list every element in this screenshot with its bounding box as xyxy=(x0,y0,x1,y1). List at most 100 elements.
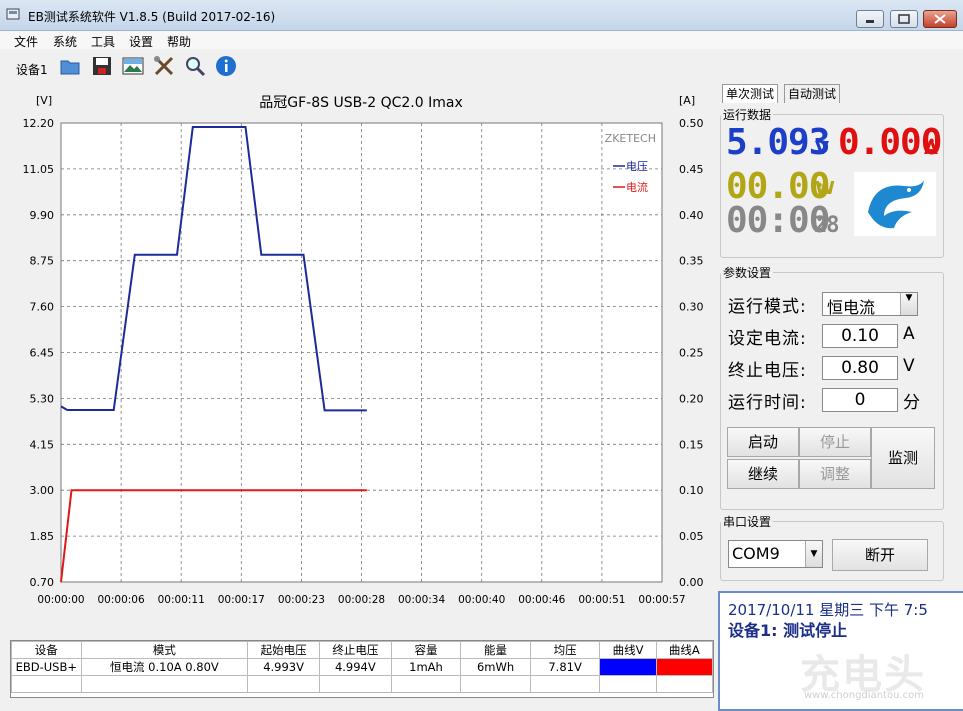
cutoff-voltage-label: 终止电压: xyxy=(728,361,807,381)
y-left-unit: [V] xyxy=(36,94,52,107)
cutoff-voltage-input[interactable]: 0.80 xyxy=(822,356,898,380)
save-icon[interactable] xyxy=(90,54,114,78)
disconnect-button[interactable]: 断开 xyxy=(832,539,928,571)
continue-button[interactable]: 继续 xyxy=(727,459,799,489)
voltage-display: 5.093 xyxy=(726,122,830,163)
mode-select[interactable]: 恒电流 ▼ xyxy=(822,292,918,317)
table-empty-row xyxy=(11,675,714,693)
y-left-tick-label: 12.20 xyxy=(23,117,55,130)
com-port-select[interactable]: COM9 ▼ xyxy=(728,540,823,568)
adjust-button[interactable]: 调整 xyxy=(799,459,871,489)
y-right-tick-label: 0.50 xyxy=(679,117,704,130)
table-header-cell: 容量 xyxy=(390,641,462,659)
table-header-cell: 能量 xyxy=(460,641,531,659)
y-left-tick-label: 8.75 xyxy=(30,255,55,268)
table-cell: 4.994V xyxy=(318,658,392,676)
y-left-tick-label: 11.05 xyxy=(23,163,55,176)
run-time-unit: 分 xyxy=(903,393,920,413)
y-left-tick-label: 9.90 xyxy=(30,209,55,222)
y-left-tick-label: 0.70 xyxy=(30,576,55,589)
minimize-button[interactable] xyxy=(856,10,884,28)
x-tick-label: 00:00:11 xyxy=(158,594,205,606)
search-icon[interactable] xyxy=(183,54,207,78)
data-table: 设备 模式 起始电压 终止电压 容量 能量 均压 曲线V 曲线A EBD-USB+ 恒电流 0.1… xyxy=(10,640,714,698)
menu-file[interactable]: 文件 xyxy=(14,33,38,50)
brand-label: ZKETECH xyxy=(605,132,656,145)
close-button[interactable] xyxy=(923,10,957,28)
run-time-label: 运行时间: xyxy=(728,393,807,413)
title-bar: EB测试系统软件 V1.8.5 (Build 2017-02-16) xyxy=(0,0,963,31)
folder-icon[interactable] xyxy=(58,54,82,78)
current-setting-unit: A xyxy=(903,324,915,344)
table-cell: 6mWh xyxy=(460,658,531,676)
run-time-input[interactable]: 0 xyxy=(822,388,898,412)
serial-label: 串口设置 xyxy=(723,515,772,529)
status-message: 设备1: 测试停止 xyxy=(728,621,848,640)
y-right-tick-label: 0.40 xyxy=(679,209,704,222)
menu-bar: 文件 系统 工具 设置 帮助 xyxy=(0,31,963,49)
x-tick-label: 00:00:00 xyxy=(37,594,84,606)
legend-label: 电流 xyxy=(626,180,648,194)
run-data-label: 运行数据 xyxy=(723,108,772,122)
com-port-value: COM9 xyxy=(732,544,780,563)
close-icon xyxy=(934,14,946,24)
current-setting-label: 设定电流: xyxy=(728,329,807,349)
chart-panel: [V] [A] 品冠GF-8S USB-2 QC2.0 Imax 12.20 11… xyxy=(8,90,714,632)
x-tick-label: 00:00:46 xyxy=(518,594,565,606)
y-right-tick-label: 0.45 xyxy=(679,163,704,176)
table-cell: 7.81V xyxy=(529,658,601,676)
timer-seconds: 28 xyxy=(814,213,839,238)
table-header-row: 设备 模式 起始电压 终止电压 容量 能量 均压 曲线V 曲线A xyxy=(11,641,714,659)
mode-value: 恒电流 xyxy=(827,298,876,317)
tab-single-test[interactable]: 单次测试 xyxy=(722,84,779,103)
param-label: 参数设置 xyxy=(723,266,772,280)
x-tick-label: 00:00:57 xyxy=(638,594,685,606)
table-header-cell: 曲线V xyxy=(599,641,657,659)
chevron-down-icon[interactable]: ▼ xyxy=(900,293,917,315)
menu-tools[interactable]: 工具 xyxy=(91,33,115,50)
y-right-tick-label: 0.10 xyxy=(679,484,704,497)
y-right-tick-label: 0.00 xyxy=(679,576,704,589)
chart-title: 品冠GF-8S USB-2 QC2.0 Imax xyxy=(259,95,463,111)
y-left-tick-label: 7.60 xyxy=(30,301,55,314)
tab-auto-test[interactable]: 自动测试 xyxy=(784,84,841,103)
power-unit: W xyxy=(815,178,835,199)
info-icon[interactable] xyxy=(214,54,238,78)
mode-label: 运行模式: xyxy=(728,297,807,317)
table-header-cell: 终止电压 xyxy=(318,641,392,659)
menu-system[interactable]: 系统 xyxy=(53,33,77,50)
table-header-cell: 模式 xyxy=(80,641,249,659)
image-icon[interactable] xyxy=(121,54,145,78)
table-row: EBD-USB+ 恒电流 0.10A 0.80V 4.993V 4.994V 1mAh 6… xyxy=(11,658,714,676)
window-title: EB测试系统软件 V1.8.5 (Build 2017-02-16) xyxy=(28,10,276,24)
device-tab[interactable]: 设备1 xyxy=(16,61,48,78)
y-right-tick-label: 0.15 xyxy=(679,438,704,451)
current-unit: A xyxy=(924,138,938,159)
y-right-tick-label: 0.35 xyxy=(679,255,704,268)
current-setting-input[interactable]: 0.10 xyxy=(822,324,898,348)
x-tick-label: 00:00:17 xyxy=(218,594,265,606)
y-right-tick-label: 0.05 xyxy=(679,530,704,543)
y-right-tick-label: 0.30 xyxy=(679,301,704,314)
x-tick-label: 00:00:40 xyxy=(458,594,505,606)
start-button[interactable]: 启动 xyxy=(727,427,799,457)
maximize-button[interactable] xyxy=(890,10,918,28)
x-tick-label: 00:00:28 xyxy=(338,594,385,606)
minimize-icon xyxy=(866,20,874,23)
x-tick-label: 00:00:06 xyxy=(98,594,145,606)
x-tick-label: 00:00:34 xyxy=(398,594,445,606)
stop-button[interactable]: 停止 xyxy=(799,427,871,457)
chevron-down-icon[interactable]: ▼ xyxy=(805,541,822,567)
menu-help[interactable]: 帮助 xyxy=(167,33,191,50)
table-cell xyxy=(655,658,714,676)
monitor-button[interactable]: 监测 xyxy=(871,427,935,489)
chart: [V] [A] 品冠GF-8S USB-2 QC2.0 Imax 12.20 11… xyxy=(23,94,704,606)
y-left-tick-label: 3.00 xyxy=(30,484,55,497)
legend-label: 电压 xyxy=(626,160,648,173)
table-cell: EBD-USB+ xyxy=(11,658,82,676)
tools-icon[interactable] xyxy=(152,54,176,78)
dragon-logo-icon xyxy=(854,172,936,236)
app-icon xyxy=(6,8,20,20)
y-right-tick-label: 0.25 xyxy=(679,347,704,360)
menu-settings[interactable]: 设置 xyxy=(129,33,153,50)
